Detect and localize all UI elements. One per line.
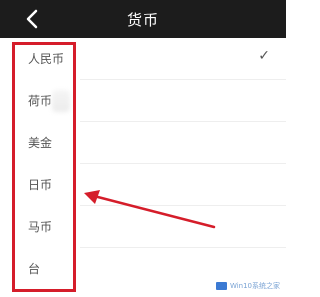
checkmark-icon: ✓ — [258, 48, 270, 64]
watermark-logo-icon — [215, 282, 227, 290]
watermark-text: Win10系统之家 — [229, 282, 280, 290]
currency-label: 马币 — [28, 220, 53, 234]
blurred-region — [52, 90, 70, 112]
currency-item-myr[interactable]: 马币 — [0, 206, 286, 248]
currency-label: 日币 — [28, 178, 53, 192]
currency-item-2[interactable]: 荷币 — [0, 80, 286, 122]
currency-item-jpy[interactable]: 日币 — [0, 164, 286, 206]
top-app-bar: 货币 — [0, 0, 286, 38]
currency-label: 美金 — [28, 136, 53, 150]
currency-label: 人民币 — [28, 52, 65, 66]
currency-label: 荷币 — [28, 94, 53, 108]
currency-list: 人民币 ✓ 荷币 美金 日币 马币 台 — [0, 38, 286, 297]
currency-item-cny[interactable]: 人民币 ✓ — [0, 38, 286, 80]
page-title: 货币 — [126, 11, 159, 29]
currency-item-usd[interactable]: 美金 — [0, 122, 286, 164]
currency-label: 台 — [28, 262, 41, 276]
watermark: Win10系统之家 — [215, 281, 280, 291]
